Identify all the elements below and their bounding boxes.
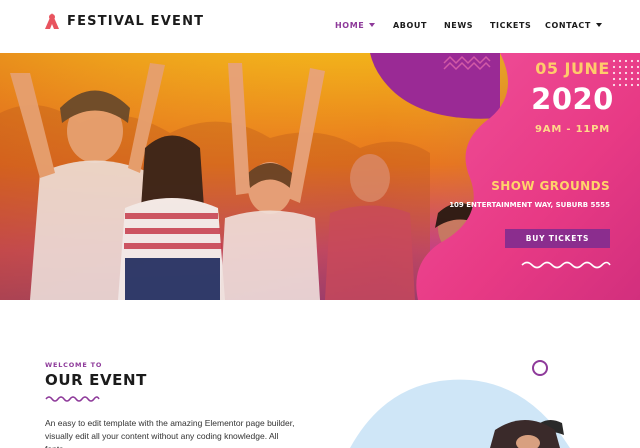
nav-item-about[interactable]: ABOUT <box>393 21 427 30</box>
nav-item-tickets[interactable]: TICKETS <box>490 21 531 30</box>
nav-item-home[interactable]: HOME <box>335 21 376 30</box>
section-title: OUR EVENT <box>45 371 147 389</box>
chevron-down-icon <box>369 23 376 27</box>
chevron-down-icon <box>595 23 602 27</box>
section-eyebrow: WELCOME TO <box>45 361 103 369</box>
buy-tickets-button[interactable]: BUY TICKETS <box>505 229 610 248</box>
event-address: 109 ENTERTAINMENT WAY, SUBURB 5555 <box>449 201 610 209</box>
event-time: 9AM - 11PM <box>535 124 610 135</box>
section-decoration <box>350 360 570 448</box>
section-body: An easy to edit template with the amazin… <box>45 418 295 448</box>
event-year: 2020 <box>531 82 614 116</box>
nav-item-news[interactable]: NEWS <box>444 21 473 30</box>
event-date: 05 JUNE <box>535 59 610 78</box>
nav-item-contact[interactable]: CONTACT <box>545 21 602 30</box>
hero-banner: 05 JUNE 2020 9AM - 11PM SHOW GROUNDS 109… <box>0 53 640 300</box>
event-venue: SHOW GROUNDS <box>491 179 610 193</box>
site-header: FESTIVAL EVENT HOME ABOUT NEWS TICKETS C… <box>0 0 640 53</box>
main-nav: HOME ABOUT NEWS TICKETS CONTACT <box>0 21 640 33</box>
squiggle-divider <box>45 396 100 402</box>
